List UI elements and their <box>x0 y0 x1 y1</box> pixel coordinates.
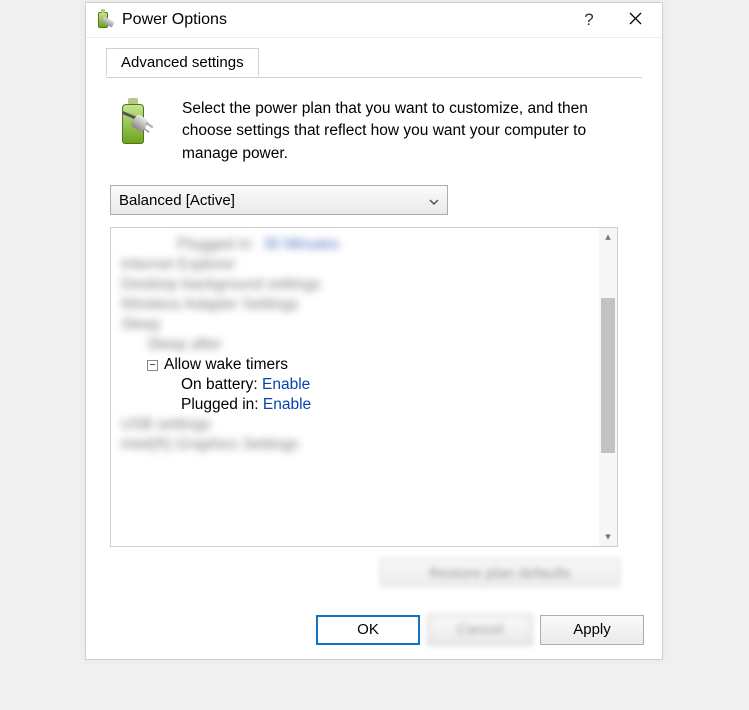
close-button[interactable] <box>612 10 658 30</box>
tree-item-on-battery[interactable]: On battery: Enable <box>121 376 591 394</box>
scroll-down-icon[interactable]: ▾ <box>599 528 617 546</box>
setting-value[interactable]: Enable <box>262 376 310 393</box>
tab-advanced-settings[interactable]: Advanced settings <box>106 48 259 76</box>
tree-item-allow-wake-timers[interactable]: −Allow wake timers <box>121 356 591 374</box>
scroll-thumb[interactable] <box>601 298 615 453</box>
help-button[interactable]: ? <box>566 10 612 30</box>
ok-button[interactable]: OK <box>316 615 420 645</box>
dialog-power-options: Power Options ? Advanced settings Select… <box>85 2 663 660</box>
setting-label: On battery: <box>181 376 258 393</box>
intro-text: Select the power plan that you want to c… <box>182 98 632 165</box>
scrollbar-vertical[interactable]: ▴ ▾ <box>599 228 617 546</box>
tree-item-blurred: Plugged in: 30 Minutes <box>121 236 591 254</box>
tree-item-blurred: Wireless Adapter Settings <box>121 296 591 314</box>
cancel-button[interactable]: Cancel <box>428 615 532 645</box>
intro-section: Select the power plan that you want to c… <box>116 98 632 165</box>
collapse-icon[interactable]: − <box>147 360 158 371</box>
close-icon <box>629 12 642 25</box>
dialog-buttons: OK Cancel Apply <box>86 587 662 645</box>
restore-plan-defaults-button[interactable]: Restore plan defaults <box>380 559 620 587</box>
scroll-up-icon[interactable]: ▴ <box>599 228 617 246</box>
power-icon <box>96 9 116 31</box>
power-plan-dropdown[interactable]: Balanced [Active] <box>110 185 448 215</box>
tab-strip: Advanced settings <box>106 48 642 78</box>
tree-item-blurred: Intel(R) Graphics Settings <box>121 436 591 454</box>
title-bar: Power Options ? <box>86 3 662 38</box>
dropdown-selected-value: Balanced [Active] <box>119 192 235 209</box>
tree-item-blurred: USB settings <box>121 416 591 434</box>
tree-item-blurred: Internet Explorer <box>121 256 591 274</box>
tree-item-blurred: Desktop background settings <box>121 276 591 294</box>
chevron-down-icon <box>429 192 439 209</box>
tree-item-label: Allow wake timers <box>164 356 288 373</box>
settings-tree: Plugged in: 30 Minutes Internet Explorer… <box>110 227 618 547</box>
window-title: Power Options <box>116 11 566 29</box>
tree-item-plugged-in[interactable]: Plugged in: Enable <box>121 396 591 414</box>
power-plan-icon <box>116 98 166 150</box>
tree-item-blurred: Sleep <box>121 316 591 334</box>
tree-item-blurred: Sleep after <box>121 336 591 354</box>
setting-label: Plugged in: <box>181 396 259 413</box>
apply-button[interactable]: Apply <box>540 615 644 645</box>
setting-value[interactable]: Enable <box>263 396 311 413</box>
